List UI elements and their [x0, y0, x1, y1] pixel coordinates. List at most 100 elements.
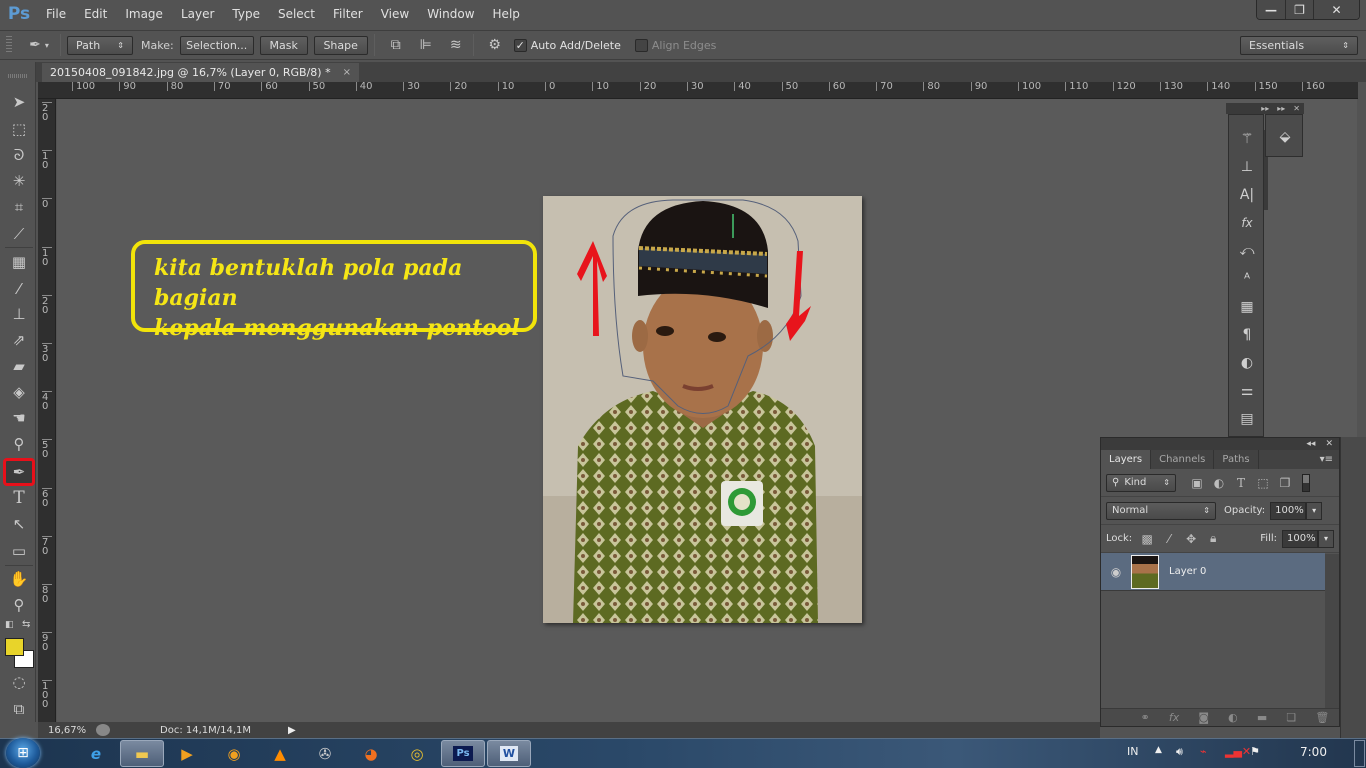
- zoom-tool-icon[interactable]: ⚲: [6, 593, 32, 617]
- screen-mode-icon[interactable]: ⧉: [6, 697, 32, 721]
- options-bar-grip[interactable]: [6, 36, 12, 54]
- menu-layer[interactable]: Layer: [173, 7, 224, 21]
- collapse-panel-icon[interactable]: ◂◂: [1306, 439, 1315, 449]
- horizontal-ruler[interactable]: 100 90 80 70 60 50 40 30 20 10 0 10 20 30 40 50 60 70 80 90…: [38, 82, 1358, 99]
- brush-tool-icon[interactable]: ⁄: [6, 277, 32, 301]
- healing-brush-tool-icon[interactable]: ▦: [6, 250, 32, 274]
- tab-layers[interactable]: Layers: [1101, 450, 1152, 469]
- history-icon[interactable]: ⤺: [1237, 241, 1257, 261]
- close-panel-icon[interactable]: ✕: [1325, 439, 1333, 449]
- brush-icon[interactable]: ⚌: [1237, 381, 1257, 401]
- filter-smart-object-icon[interactable]: ❐: [1274, 476, 1296, 490]
- rectangle-tool-icon[interactable]: ▭: [6, 539, 32, 563]
- eraser-tool-icon[interactable]: ▰: [6, 354, 32, 378]
- link-layers-icon[interactable]: ⚭: [1141, 711, 1150, 724]
- network-icon[interactable]: ▂▄✕: [1225, 745, 1251, 758]
- close-panel-icon[interactable]: ✕: [1293, 104, 1300, 113]
- auto-add-delete-checkbox[interactable]: ✓: [513, 38, 527, 52]
- menu-filter[interactable]: Filter: [325, 7, 373, 21]
- toolbox-grip[interactable]: [8, 74, 28, 78]
- taskbar-media-player[interactable]: ▶: [165, 740, 209, 767]
- mode-select[interactable]: Path ⇕: [67, 35, 133, 55]
- filter-pixel-icon[interactable]: ▣: [1186, 476, 1208, 490]
- filter-kind-select[interactable]: ⚲ Kind ⇕: [1106, 473, 1176, 492]
- foreground-color-swatch[interactable]: [5, 638, 24, 656]
- filter-adjustment-icon[interactable]: ◐: [1208, 476, 1230, 490]
- notes-icon[interactable]: ▤: [1237, 409, 1257, 429]
- workspace-select[interactable]: Essentials ⇕: [1240, 35, 1358, 55]
- show-hidden-icons[interactable]: ▲: [1155, 745, 1162, 755]
- opacity-dropdown[interactable]: ▾: [1306, 501, 1323, 520]
- character-icon[interactable]: A|: [1237, 185, 1257, 205]
- quick-mask-icon[interactable]: ◌: [6, 670, 32, 694]
- add-mask-icon[interactable]: ◙: [1198, 711, 1209, 724]
- filter-type-icon[interactable]: T: [1230, 476, 1252, 490]
- path-arrangement-icon[interactable]: ≋: [445, 34, 467, 56]
- character-styles-icon[interactable]: ᴬ: [1237, 269, 1257, 289]
- clone-source-icon[interactable]: ⊥: [1237, 157, 1257, 177]
- tab-paths[interactable]: Paths: [1214, 450, 1259, 469]
- styles-icon[interactable]: fx: [1237, 213, 1257, 233]
- make-selection-button[interactable]: Selection...: [179, 35, 254, 55]
- expand-panels-icon[interactable]: ▸▸: [1261, 104, 1269, 113]
- path-alignment-icon[interactable]: ⊫: [415, 34, 437, 56]
- language-indicator[interactable]: IN: [1127, 745, 1138, 758]
- 3d-panel-icon[interactable]: ⬙: [1275, 127, 1295, 147]
- lock-position-icon[interactable]: ✥: [1180, 532, 1202, 546]
- taskbar-firefox[interactable]: ◕: [349, 740, 393, 767]
- layers-scrollbar[interactable]: [1325, 554, 1339, 709]
- eyedropper-tool-icon[interactable]: ⟋: [6, 222, 32, 246]
- path-selection-tool-icon[interactable]: ↖: [6, 512, 32, 536]
- power-icon[interactable]: ⌁: [1200, 745, 1207, 758]
- adjustments-icon[interactable]: ◐: [1237, 353, 1257, 373]
- lock-all-icon[interactable]: 🔒︎: [1202, 531, 1224, 546]
- show-desktop-button[interactable]: [1354, 740, 1365, 767]
- swap-colors-icon[interactable]: ⇆: [22, 619, 30, 630]
- taskbar-file-explorer[interactable]: ▬: [120, 740, 164, 767]
- zoom-level[interactable]: 16,67%: [48, 725, 90, 736]
- action-center-flag-icon[interactable]: ⚑: [1250, 745, 1260, 758]
- fill-dropdown[interactable]: ▾: [1318, 529, 1334, 548]
- menu-view[interactable]: View: [373, 7, 419, 21]
- panel-menu-icon[interactable]: ▾≡: [1320, 450, 1339, 469]
- close-button[interactable]: ✕: [1313, 0, 1359, 19]
- crop-tool-icon[interactable]: ⌗: [6, 195, 32, 219]
- menu-select[interactable]: Select: [270, 7, 325, 21]
- taskbar-word[interactable]: W: [487, 740, 531, 767]
- delete-layer-icon[interactable]: 🗑︎: [1315, 711, 1329, 724]
- fx-icon[interactable]: fx: [1169, 711, 1179, 724]
- menu-image[interactable]: Image: [117, 7, 173, 21]
- volume-icon[interactable]: 🔊︎: [1176, 745, 1183, 759]
- tab-channels[interactable]: Channels: [1151, 450, 1215, 469]
- vertical-ruler[interactable]: 20 10 0 10 20 30 40 50 60 70 80 90 100: [38, 99, 56, 722]
- filter-toggle[interactable]: [1302, 473, 1310, 492]
- menu-edit[interactable]: Edit: [76, 7, 117, 21]
- tool-preset-picker[interactable]: ✒ ▾: [24, 34, 54, 56]
- menu-type[interactable]: Type: [224, 7, 270, 21]
- start-button[interactable]: ⊞: [6, 738, 40, 768]
- status-info-icon[interactable]: [96, 724, 110, 736]
- brush-presets-icon[interactable]: ⚚: [1237, 129, 1257, 149]
- taskbar-chrome[interactable]: ◎: [395, 740, 439, 767]
- document-image[interactable]: [543, 196, 862, 623]
- path-operations-icon[interactable]: ⧉: [385, 34, 407, 56]
- close-document-icon[interactable]: ×: [343, 67, 351, 78]
- layer-row[interactable]: ◉ Layer 0: [1101, 553, 1325, 591]
- restore-button[interactable]: ❐: [1285, 0, 1313, 19]
- smudge-tool-icon[interactable]: ☚: [6, 406, 32, 430]
- taskbar-internet-explorer[interactable]: e: [74, 740, 118, 767]
- fill-input[interactable]: 100%: [1282, 529, 1318, 548]
- lock-transparent-icon[interactable]: ▩: [1136, 532, 1158, 546]
- dodge-tool-icon[interactable]: ⚲: [6, 432, 32, 456]
- pen-tool-icon[interactable]: ✒: [3, 458, 35, 486]
- paint-bucket-tool-icon[interactable]: ◈: [6, 380, 32, 404]
- history-brush-tool-icon[interactable]: ⇗: [6, 328, 32, 352]
- expand-panels-icon[interactable]: ▸▸: [1277, 104, 1285, 113]
- make-shape-button[interactable]: Shape: [313, 35, 368, 55]
- clock[interactable]: 7:00: [1300, 745, 1327, 759]
- opacity-input[interactable]: 100%: [1270, 501, 1307, 520]
- move-tool-icon[interactable]: ➤: [6, 90, 32, 114]
- align-edges-checkbox[interactable]: [634, 38, 648, 52]
- new-adjustment-icon[interactable]: ◐: [1228, 711, 1238, 724]
- document-tab[interactable]: 20150408_091842.jpg @ 16,7% (Layer 0, RG…: [42, 63, 359, 82]
